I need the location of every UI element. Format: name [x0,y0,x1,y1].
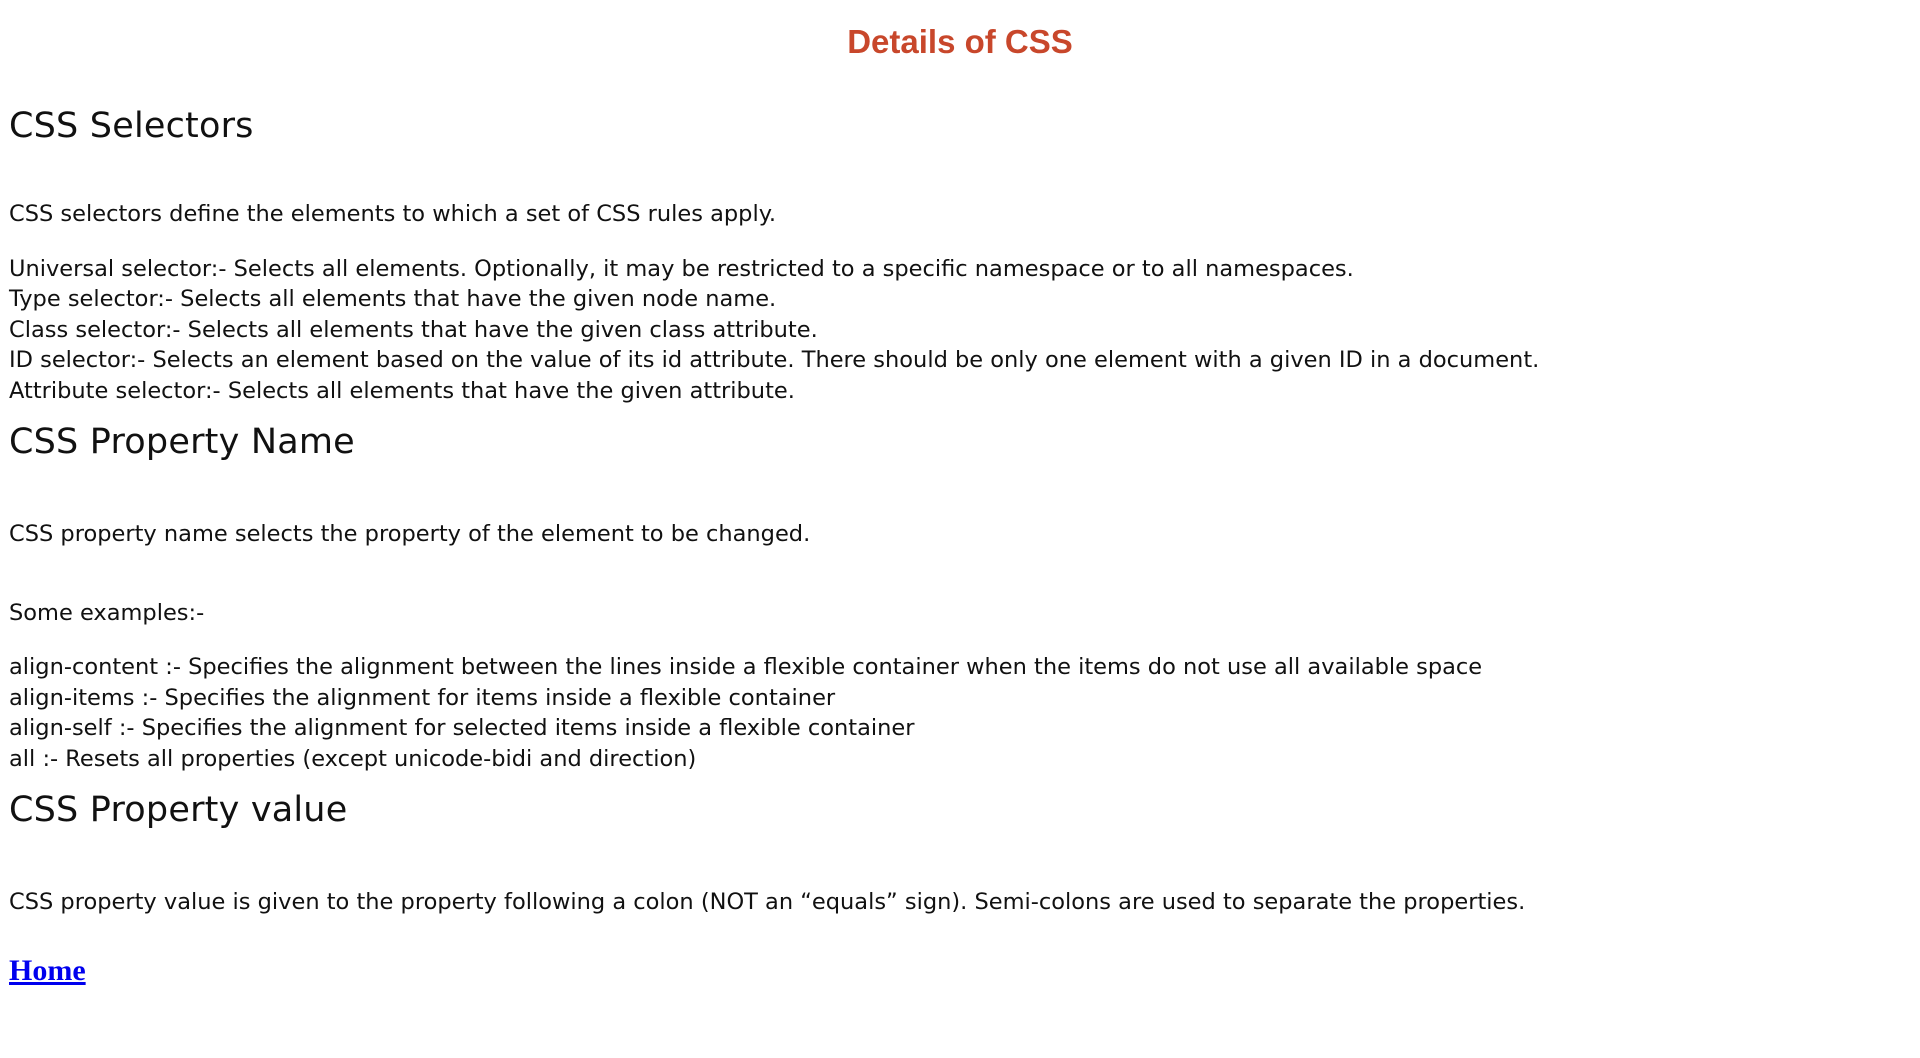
selector-item-id: ID selector:- Selects an element based o… [9,347,1540,373]
home-link-container: Home [9,953,1911,989]
examples-label: Some examples:- [9,599,205,626]
home-link[interactable]: Home [9,953,86,989]
property-name-intro-text: CSS property name selects the property o… [9,521,811,547]
section-heading-css-property-value: CSS Property value [9,790,348,830]
selector-item-attribute: Attribute selector:- Selects all element… [9,377,795,404]
property-example-all: all :- Resets all properties (except uni… [9,745,697,772]
property-example-align-self: align-self :- Specifies the alignment fo… [9,715,915,741]
selector-item-universal: Universal selector:- Selects all element… [9,255,1354,282]
selector-item-type: Type selector:- Selects all elements tha… [9,286,777,312]
page-title: Details of CSS [847,23,1073,60]
section-heading-css-selectors: CSS Selectors [9,106,254,146]
section-heading-css-property-name: CSS Property Name [9,422,355,462]
selector-item-class: Class selector:- Selects all elements th… [9,316,818,343]
selectors-intro-text: CSS selectors define the elements to whi… [9,201,776,227]
property-example-align-items: align-items :- Specifies the alignment f… [9,684,836,711]
selector-list: Universal selector:- Selects all element… [9,254,1911,407]
property-example-align-content: align-content :- Specifies the alignment… [9,654,1483,680]
property-value-intro-text: CSS property value is given to the prope… [9,889,1526,915]
page: Details of CSS CSS Selectors CSS selecto… [0,0,1920,1058]
property-example-list: align-content :- Specifies the alignment… [9,652,1911,774]
